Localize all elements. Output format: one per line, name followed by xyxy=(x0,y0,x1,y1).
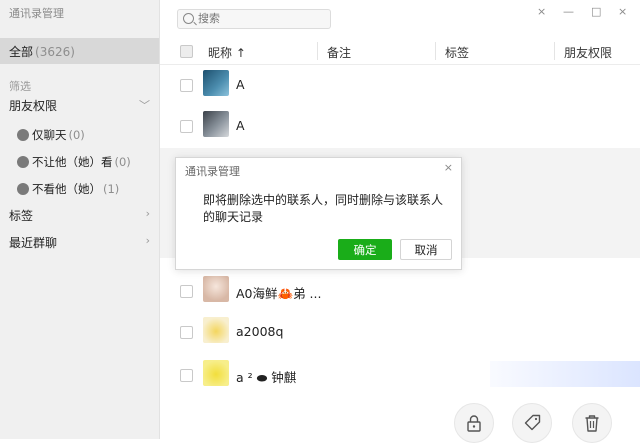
sidebar-item-label: 不让他（她）看 xyxy=(32,155,113,169)
sidebar-item-label: 不看他（她） xyxy=(32,182,101,196)
confirm-dialog: 通讯录管理 × 即将删除选中的联系人，同时删除与该联系人的聊天记录 确定 取消 xyxy=(175,157,462,270)
lock-icon xyxy=(467,415,481,432)
minimize-icon[interactable]: — xyxy=(563,5,574,18)
table-row[interactable]: A xyxy=(160,66,640,106)
user-lock-icon xyxy=(17,156,29,168)
sidebar-item-count: (1) xyxy=(103,182,120,196)
avatar xyxy=(203,360,229,386)
avatar xyxy=(203,317,229,343)
column-divider xyxy=(554,42,555,60)
column-divider xyxy=(317,42,318,60)
column-divider xyxy=(435,42,436,60)
sidebar-item-recent-groups[interactable]: 最近群聊 › xyxy=(9,234,154,256)
sidebar-item-friend-permission[interactable]: 朋友权限 ﹀ xyxy=(9,97,154,119)
sidebar-item-label: 仅聊天 xyxy=(32,128,67,142)
avatar xyxy=(203,276,229,302)
sidebar-item-count: (0) xyxy=(68,128,85,142)
table-header: 昵称 ↑ 备注 标签 朋友权限 xyxy=(160,38,640,65)
sidebar-item-tags[interactable]: 标签 › xyxy=(9,207,154,229)
sidebar-item-label: 最近群聊 xyxy=(9,236,58,250)
table-row[interactable]: a2008q xyxy=(160,313,640,353)
table-row[interactable]: A0海鲜🦀弟 ... xyxy=(160,272,640,312)
chevron-right-icon: › xyxy=(145,234,150,247)
row-checkbox[interactable] xyxy=(180,326,193,339)
sidebar-item-hide-their-moments[interactable]: 不看他（她） (1) xyxy=(17,181,119,201)
maximize-icon[interactable]: □ xyxy=(591,5,601,18)
search-box[interactable] xyxy=(177,9,331,29)
tag-button[interactable] xyxy=(512,403,552,443)
row-checkbox[interactable] xyxy=(180,285,193,298)
dialog-message: 即将删除选中的联系人，同时删除与该联系人的聊天记录 xyxy=(203,193,444,224)
filter-label: 筛选 xyxy=(9,80,31,93)
window-close-small-icon[interactable]: × xyxy=(537,5,546,18)
sidebar-item-label: 标签 xyxy=(9,209,34,223)
table-row[interactable]: A xyxy=(160,107,640,147)
app-title: 通讯录管理 xyxy=(9,7,64,20)
row-checkbox[interactable] xyxy=(180,369,193,382)
search-icon xyxy=(183,13,194,24)
user-icon xyxy=(17,129,29,141)
row-checkbox[interactable] xyxy=(180,79,193,92)
contact-name: A xyxy=(236,77,245,92)
contact-name: a ² ⬬ 钟麒 xyxy=(236,370,297,385)
trash-icon xyxy=(585,415,599,432)
chevron-right-icon: › xyxy=(145,207,150,220)
row-checkbox[interactable] xyxy=(180,120,193,133)
sidebar-item-all-count: (3626) xyxy=(35,45,75,59)
sidebar-item-chat-only[interactable]: 仅聊天 (0) xyxy=(17,127,85,147)
sidebar: 通讯录管理 全部 (3626) 筛选 朋友权限 ﹀ 仅聊天 (0) 不让他（她）看(… xyxy=(0,0,160,439)
user-hidden-icon xyxy=(17,183,29,195)
column-header-permission: 朋友权限 xyxy=(564,46,613,60)
delete-button[interactable] xyxy=(572,403,612,443)
avatar xyxy=(203,70,229,96)
avatar xyxy=(203,111,229,137)
search-input[interactable] xyxy=(198,11,323,26)
contact-name: a2008q xyxy=(236,324,284,339)
contact-name: A0海鲜🦀弟 ... xyxy=(236,286,322,301)
column-header-tags: 标签 xyxy=(445,46,470,60)
confirm-button[interactable]: 确定 xyxy=(338,239,392,260)
close-icon[interactable]: × xyxy=(444,161,453,174)
contact-name: A xyxy=(236,118,245,133)
sidebar-item-all-label: 全部 xyxy=(9,45,34,59)
sidebar-item-label: 朋友权限 xyxy=(9,99,58,113)
sidebar-item-all[interactable]: 全部 (3626) xyxy=(0,38,159,64)
blurred-area xyxy=(490,361,640,387)
permission-button[interactable] xyxy=(454,403,494,443)
column-header-remark: 备注 xyxy=(327,46,352,60)
close-icon[interactable]: × xyxy=(618,5,627,18)
column-header-nickname[interactable]: 昵称 ↑ xyxy=(208,44,246,61)
select-all-checkbox[interactable] xyxy=(180,45,193,58)
cancel-button[interactable]: 取消 xyxy=(400,239,452,260)
sidebar-item-count: (0) xyxy=(114,155,131,169)
dialog-title: 通讯录管理 xyxy=(185,165,240,178)
chevron-down-icon: ﹀ xyxy=(139,99,150,112)
tag-icon xyxy=(524,414,541,431)
sidebar-item-hide-my-moments[interactable]: 不让他（她）看 (0) xyxy=(17,154,131,174)
